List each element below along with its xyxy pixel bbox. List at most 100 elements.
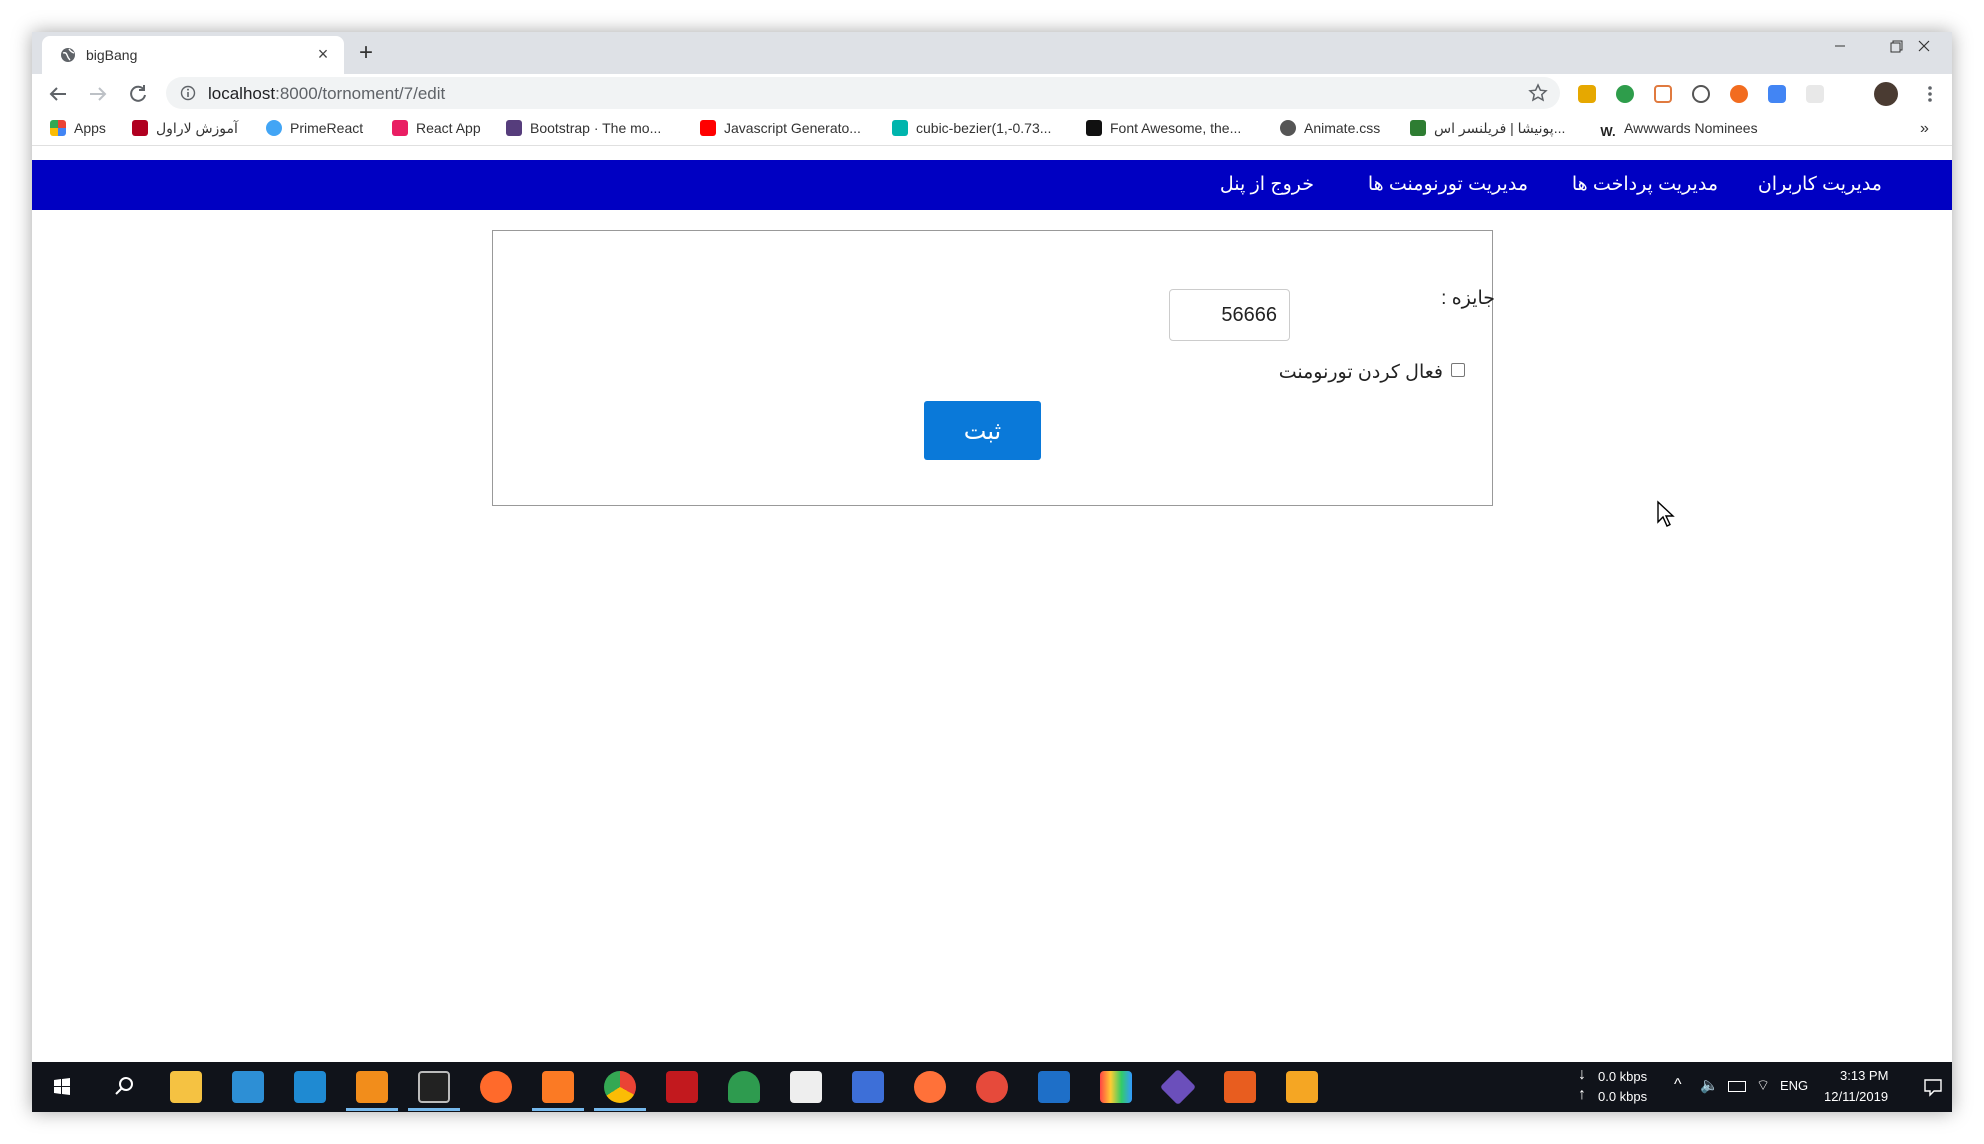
bookmark-label: Apps [74,120,106,136]
sublime-text-icon[interactable] [356,1071,388,1103]
nav-logout[interactable]: خروج از پنل [1220,173,1314,196]
bookmark-label: Animate.css [1304,120,1381,136]
address-bar[interactable]: localhost:8000/tornoment/7/edit [166,77,1560,109]
bookmarks-bar: Apps آموزش لاراول PrimeReact React App B… [32,112,1952,146]
back-icon[interactable] [46,82,70,106]
tab-close-icon[interactable]: × [314,45,332,63]
firefox-icon[interactable] [914,1071,946,1103]
matlab-icon[interactable] [1224,1071,1256,1103]
notifications-icon[interactable] [1922,1076,1944,1098]
url-path: :8000/tornoment/7/edit [275,84,446,103]
bookmark-cubic-bezier[interactable]: cubic-bezier(1,-0.73... [892,120,1051,138]
extension-1-icon[interactable] [1578,85,1596,103]
minimize-icon[interactable] [1812,32,1868,66]
bootstrap-icon [506,120,522,136]
tournament-edit-form: جایزه : فعال کردن تورنومنت ثبت [492,230,1495,506]
bookmark-react-app[interactable]: React App [392,120,481,138]
mouse-cursor-icon [1657,500,1675,527]
language-indicator[interactable]: ENG [1780,1078,1808,1093]
browser-tab[interactable]: bigBang × [42,36,344,74]
url-host: localhost [208,84,276,103]
app-18-icon[interactable] [1159,1068,1197,1106]
wifi-icon[interactable]: ⌔ [1756,1076,1770,1095]
close-window-icon[interactable] [1896,32,1952,66]
awwwards-icon: W. [1600,124,1616,140]
vscode-icon[interactable] [294,1071,326,1103]
nav-payments[interactable]: مدیریت پرداخت ها [1572,173,1718,196]
nav-users[interactable]: مدیریت کاربران [1758,173,1882,196]
bookmark-laravel[interactable]: آموزش لاراول [132,120,238,138]
bookmark-label: پونیشا | فریلنسر اس... [1434,120,1566,136]
bookmark-font-awesome[interactable]: Font Awesome, the... [1086,120,1241,138]
apps-grid-icon [50,120,66,136]
windows-start-icon[interactable] [46,1071,78,1103]
prize-label: جایزه : [1441,288,1495,309]
bookmark-bootstrap[interactable]: Bootstrap · The mo... [506,120,661,138]
bookmark-javascript[interactable]: Javascript Generato... [700,120,861,138]
bookmark-apps[interactable]: Apps [50,120,106,138]
react-app-icon [392,120,408,136]
primereact-icon [266,120,282,136]
file-explorer-icon[interactable] [170,1071,202,1103]
bookmark-label: Bootstrap · The mo... [530,120,662,136]
bookmark-label: cubic-bezier(1,-0.73... [916,120,1052,136]
bookmark-ponisha[interactable]: پونیشا | فریلنسر اس... [1410,120,1565,138]
network-icon[interactable] [852,1071,884,1103]
app-15-icon[interactable] [976,1071,1008,1103]
volume-icon[interactable]: 🔈 [1700,1076,1719,1094]
nav-tournaments[interactable]: مدیریت تورنومنت ها [1368,173,1528,196]
app-17-icon[interactable] [1100,1071,1132,1103]
bookmark-animate-css[interactable]: Animate.css [1280,120,1380,138]
extension-5-icon[interactable] [1730,85,1748,103]
translate-icon[interactable] [1768,85,1786,103]
bookmark-label: Font Awesome, the... [1110,120,1242,136]
bookmark-awwwards[interactable]: W. Awwwards Nominees [1600,120,1758,140]
site-navbar: مدیریت کاربران مدیریت پرداخت ها مدیریت ت… [32,160,1952,210]
clock-time[interactable]: 3:13 PM [1840,1068,1888,1083]
bookmarks-overflow-icon[interactable]: » [1920,120,1929,138]
upload-arrow-icon: ↑ [1578,1086,1586,1103]
laravel-icon [132,120,148,136]
battery-icon[interactable] [1728,1081,1746,1092]
prize-input[interactable] [1169,289,1290,341]
active-indicator [594,1108,646,1111]
globe-icon [61,48,75,62]
chrome-icon[interactable] [604,1071,636,1103]
clock-date[interactable]: 12/11/2019 [1824,1089,1888,1104]
bookmark-primereact[interactable]: PrimeReact [266,120,363,138]
active-checkbox[interactable] [1451,363,1465,377]
url-text: localhost:8000/tornoment/7/edit [208,84,445,104]
avatar[interactable] [1874,82,1898,106]
postman-icon[interactable] [480,1071,512,1103]
chevron-up-icon[interactable]: ^ [1674,1076,1682,1094]
extension-3-icon[interactable] [1654,85,1672,103]
app-20-icon[interactable] [1286,1071,1318,1103]
globe-icon [1280,120,1296,136]
menu-dots-icon[interactable] [1920,84,1940,104]
browser-window: bigBang × + localhost:8000/tornoment/7/e… [32,32,1952,1112]
terminal-icon[interactable] [418,1071,450,1103]
browser-toolbar: localhost:8000/tornoment/7/edit [32,74,1952,112]
extension-7-icon[interactable] [1806,85,1824,103]
submit-button[interactable]: ثبت [924,401,1041,460]
active-indicator [532,1108,584,1111]
filezilla-icon[interactable] [666,1071,698,1103]
xampp-icon[interactable] [542,1071,574,1103]
info-icon[interactable] [180,85,196,101]
app-2-icon[interactable] [232,1071,264,1103]
download-speed: 0.0 kbps [1598,1069,1648,1084]
bookmark-label: Javascript Generato... [724,120,861,136]
extension-2-icon[interactable] [1616,85,1634,103]
search-icon[interactable] [108,1071,140,1103]
bookmark-star-icon[interactable] [1528,83,1548,103]
reload-icon[interactable] [126,82,150,106]
app-12-icon[interactable] [790,1071,822,1103]
app-16-icon[interactable] [1038,1071,1070,1103]
new-tab-button[interactable]: + [352,40,380,68]
forward-icon[interactable] [86,82,110,106]
app-11-icon[interactable] [728,1071,760,1103]
extension-4-icon[interactable] [1692,85,1710,103]
bookmark-label: PrimeReact [290,120,364,136]
bookmark-label: Awwwards Nominees [1624,120,1758,136]
font-awesome-icon [1086,120,1102,136]
